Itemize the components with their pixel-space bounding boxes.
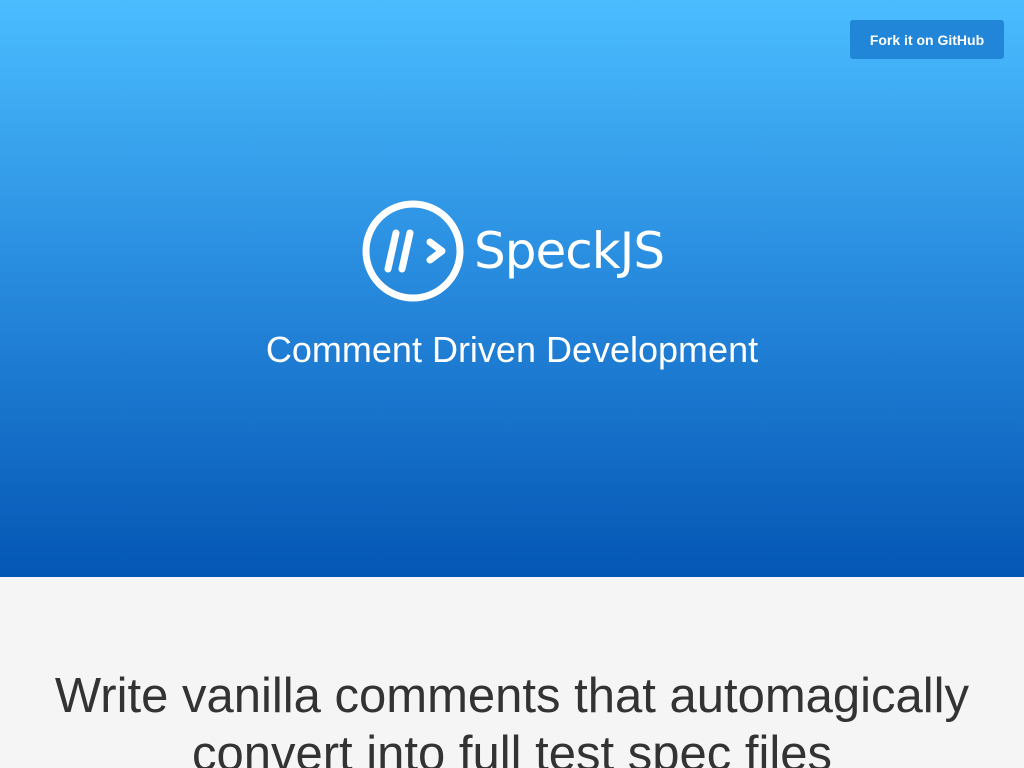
speckjs-logo: SpeckJS	[362, 200, 665, 302]
tagline: Comment Driven Development	[265, 329, 759, 370]
content-section: Write vanilla comments that automagicall…	[0, 577, 1024, 768]
hero-section: Fork it on GitHub SpeckJS Comment Driven…	[0, 0, 1024, 577]
logo-wordmark: SpeckJS	[474, 222, 665, 280]
speckjs-logo-icon	[362, 200, 464, 302]
fork-on-github-button[interactable]: Fork it on GitHub	[850, 20, 1004, 59]
feature-headline: Write vanilla comments that automagicall…	[54, 669, 970, 768]
